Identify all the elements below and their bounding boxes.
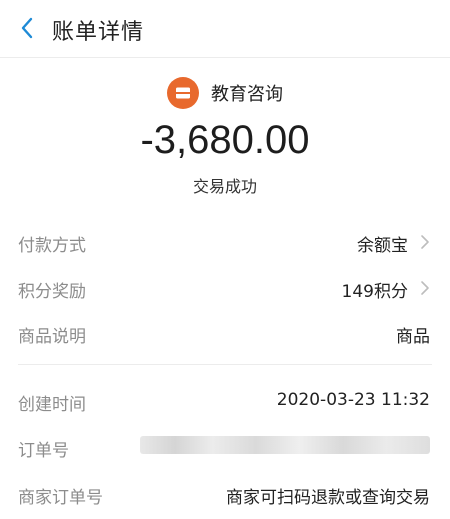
detail-label: 付款方式 bbox=[18, 236, 86, 256]
redacted-order-number bbox=[140, 436, 430, 454]
detail-value: 商品 bbox=[396, 327, 430, 347]
chevron-right-icon bbox=[421, 235, 429, 249]
merchant-info: 教育咨询 bbox=[0, 76, 450, 110]
detail-row-payment-method[interactable]: 付款方式 余额宝 bbox=[0, 222, 450, 262]
divider bbox=[18, 364, 432, 365]
detail-row-product-description: 商品说明 商品 bbox=[0, 313, 450, 353]
detail-row-points[interactable]: 积分奖励 149积分 bbox=[0, 268, 450, 308]
merchant-name: 教育咨询 bbox=[211, 84, 283, 105]
transaction-status: 交易成功 bbox=[192, 177, 257, 196]
back-button[interactable] bbox=[12, 12, 42, 44]
shop-icon bbox=[167, 77, 199, 109]
detail-label: 积分奖励 bbox=[18, 282, 86, 302]
page-title: 账单详情 bbox=[52, 20, 145, 45]
detail-label: 订单号 bbox=[18, 441, 69, 461]
detail-value: 2020-03-23 11:32 bbox=[276, 390, 430, 410]
chevron-left-icon bbox=[21, 17, 33, 39]
detail-value: 余额宝 bbox=[357, 236, 408, 256]
detail-value: 149积分 bbox=[341, 282, 408, 302]
detail-value: 商家可扫码退款或查询交易 bbox=[226, 488, 430, 508]
transaction-amount: -3,680.00 bbox=[140, 118, 310, 162]
detail-label: 商品说明 bbox=[18, 327, 86, 347]
chevron-right-icon bbox=[421, 281, 429, 295]
detail-label: 商家订单号 bbox=[18, 488, 103, 508]
detail-label: 创建时间 bbox=[18, 395, 86, 415]
detail-row-merchant-order-number[interactable]: 商家订单号 商家可扫码退款或查询交易 bbox=[0, 474, 450, 514]
detail-row-created-time: 创建时间 2020-03-23 11:32 bbox=[0, 381, 450, 421]
top-bar: 账单详情 bbox=[0, 0, 450, 58]
